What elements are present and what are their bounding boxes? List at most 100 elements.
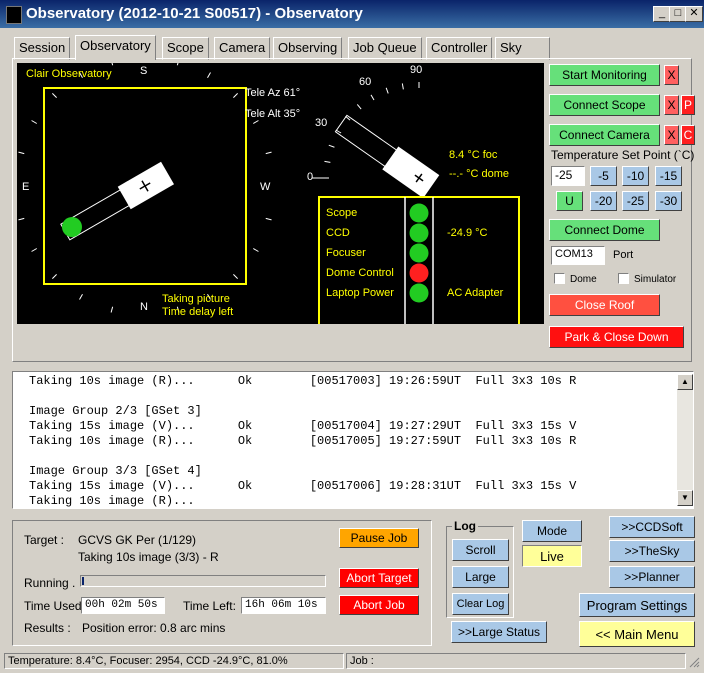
start-monitoring-button[interactable]: Start Monitoring — [549, 64, 660, 86]
scroll-down-button[interactable]: ▼ — [677, 490, 693, 506]
connect-scope-button[interactable]: Connect Scope — [549, 94, 660, 116]
status-light-0 — [409, 203, 429, 223]
compass-tick — [253, 248, 259, 252]
resize-grip-icon[interactable] — [688, 656, 700, 668]
compass-tick — [207, 72, 211, 78]
close-roof-button[interactable]: Close Roof — [549, 294, 660, 316]
scope-x-button[interactable]: X — [664, 95, 679, 115]
dome-temp: --.- °C dome — [449, 168, 510, 180]
tab-camera[interactable]: Camera — [214, 37, 271, 60]
tab-scope[interactable]: Scope — [162, 37, 209, 60]
target-value: GCVS GK Per (1/129) — [78, 533, 197, 547]
compass-tick — [79, 294, 83, 300]
tab-job-queue[interactable]: Job Queue — [348, 37, 422, 60]
compass-west: W — [260, 181, 271, 193]
power-source-value: AC Adapter — [447, 287, 504, 299]
running-progress-bar — [80, 575, 326, 587]
time-used-value: 00h 02m 50s — [81, 597, 165, 614]
tele-alt: Tele Alt 35° — [245, 108, 301, 120]
temp-button-30[interactable]: -30 — [655, 191, 682, 211]
connect-camera-button[interactable]: Connect Camera — [549, 124, 660, 146]
status-light-4 — [409, 283, 429, 303]
temp-button-25[interactable]: -25 — [622, 191, 649, 211]
temp-setpoint-label: Temperature Set Point (`C) — [551, 148, 695, 162]
log-output[interactable]: Taking 10s image (R)... Ok [00517003] 19… — [12, 371, 694, 509]
port-input[interactable]: COM13 — [551, 246, 605, 265]
compass-tick — [265, 217, 272, 221]
simulator-checkbox[interactable] — [618, 273, 629, 284]
program-settings-button[interactable]: Program Settings — [579, 593, 695, 617]
time-left-value: 16h 06m 10s — [241, 597, 326, 614]
camera-x-button[interactable]: X — [664, 125, 679, 145]
scroll-up-button[interactable]: ▲ — [677, 374, 693, 390]
temp-button-20[interactable]: -20 — [590, 191, 617, 211]
compass-tick — [265, 151, 272, 155]
planner-button[interactable]: >>Planner — [609, 566, 695, 588]
log-scrollbar[interactable] — [677, 374, 693, 506]
temp-setpoint-input[interactable]: -25 — [551, 166, 585, 186]
statusbar-temperature: Temperature: 8.4°C, Focuser: 2954, CCD -… — [4, 653, 344, 669]
results-value: Position error: 0.8 arc mins — [82, 621, 226, 635]
time-left-label: Time Left: — [183, 599, 236, 613]
compass-tick — [31, 248, 37, 252]
compass-tick — [18, 217, 25, 221]
tab-controller[interactable]: Controller — [426, 37, 493, 60]
tab-observing[interactable]: Observing — [273, 37, 343, 60]
sky-compass-graphic — [18, 63, 520, 324]
abort-job-button[interactable]: Abort Job — [339, 595, 419, 615]
port-label: Port — [613, 249, 634, 261]
compass-south: S — [140, 65, 148, 77]
altitude-tick — [370, 94, 375, 101]
compass-tick — [18, 151, 25, 155]
app-icon — [6, 6, 22, 24]
clear-log-button[interactable]: Clear Log — [452, 593, 509, 615]
tele-az: Tele Az 61° — [245, 87, 301, 99]
compass-tick — [110, 306, 114, 313]
temp-button-15[interactable]: -15 — [655, 166, 682, 186]
temp-u-button[interactable]: U — [556, 191, 583, 211]
compass-tick — [253, 120, 259, 124]
thesky-button[interactable]: >>TheSky — [609, 540, 695, 562]
log-line: Image Group 3/3 [GSet 4] — [29, 464, 202, 478]
tab-session[interactable]: Session — [14, 37, 71, 60]
target-label: Target : — [24, 533, 65, 547]
simulator-checkbox-label: Simulator — [634, 274, 677, 285]
running-label: Running . — [24, 576, 76, 590]
running-progress-fill — [82, 577, 84, 585]
dome-checkbox[interactable] — [554, 273, 565, 284]
log-scroll-button[interactable]: Scroll — [452, 539, 509, 561]
dome-checkbox-label: Dome — [570, 274, 597, 285]
log-line: Taking 10s image (R)... — [29, 494, 195, 508]
connect-dome-button[interactable]: Connect Dome — [549, 219, 660, 241]
large-status-button[interactable]: >>Large Status — [451, 621, 547, 643]
title-bar: Observatory (2012-10-21 S00517) - Observ… — [0, 0, 704, 28]
compass-tick — [52, 93, 57, 98]
compass-north: N — [140, 301, 148, 313]
altitude-tick — [356, 104, 362, 110]
pause-job-button[interactable]: Pause Job — [339, 528, 419, 548]
alt-tick-60: 60 — [359, 76, 372, 88]
tab-observatory[interactable]: Observatory — [75, 35, 156, 60]
altitude-tick — [401, 83, 404, 90]
status-light-2 — [409, 243, 429, 263]
camera-c-button[interactable]: C — [681, 125, 695, 145]
log-large-button[interactable]: Large — [452, 566, 509, 588]
tab-sky[interactable]: Sky — [495, 37, 550, 60]
results-label: Results : — [24, 621, 71, 635]
temp-button-10[interactable]: -10 — [622, 166, 649, 186]
temp-button-5[interactable]: -5 — [590, 166, 617, 186]
park-close-down-button[interactable]: Park & Close Down — [549, 326, 684, 348]
mode-button[interactable]: Mode — [522, 520, 582, 542]
status-light-1 — [409, 223, 429, 243]
main-menu-button[interactable]: << Main Menu — [579, 621, 695, 647]
close-button[interactable]: ✕ — [685, 6, 703, 22]
monitoring-x-button[interactable]: X — [664, 65, 679, 85]
scope-p-button[interactable]: P — [681, 95, 695, 115]
log-line: Taking 15s image (V)... Ok [00517006] 19… — [29, 479, 577, 493]
foc-temp: 8.4 °C foc — [449, 149, 498, 161]
window-title: Observatory (2012-10-21 S00517) - Observ… — [26, 5, 363, 22]
ccdsoft-button[interactable]: >>CCDSoft — [609, 516, 695, 538]
compass-tick — [176, 63, 179, 66]
abort-target-button[interactable]: Abort Target — [339, 568, 419, 588]
observatory-name: Clair Observatory — [26, 68, 112, 80]
